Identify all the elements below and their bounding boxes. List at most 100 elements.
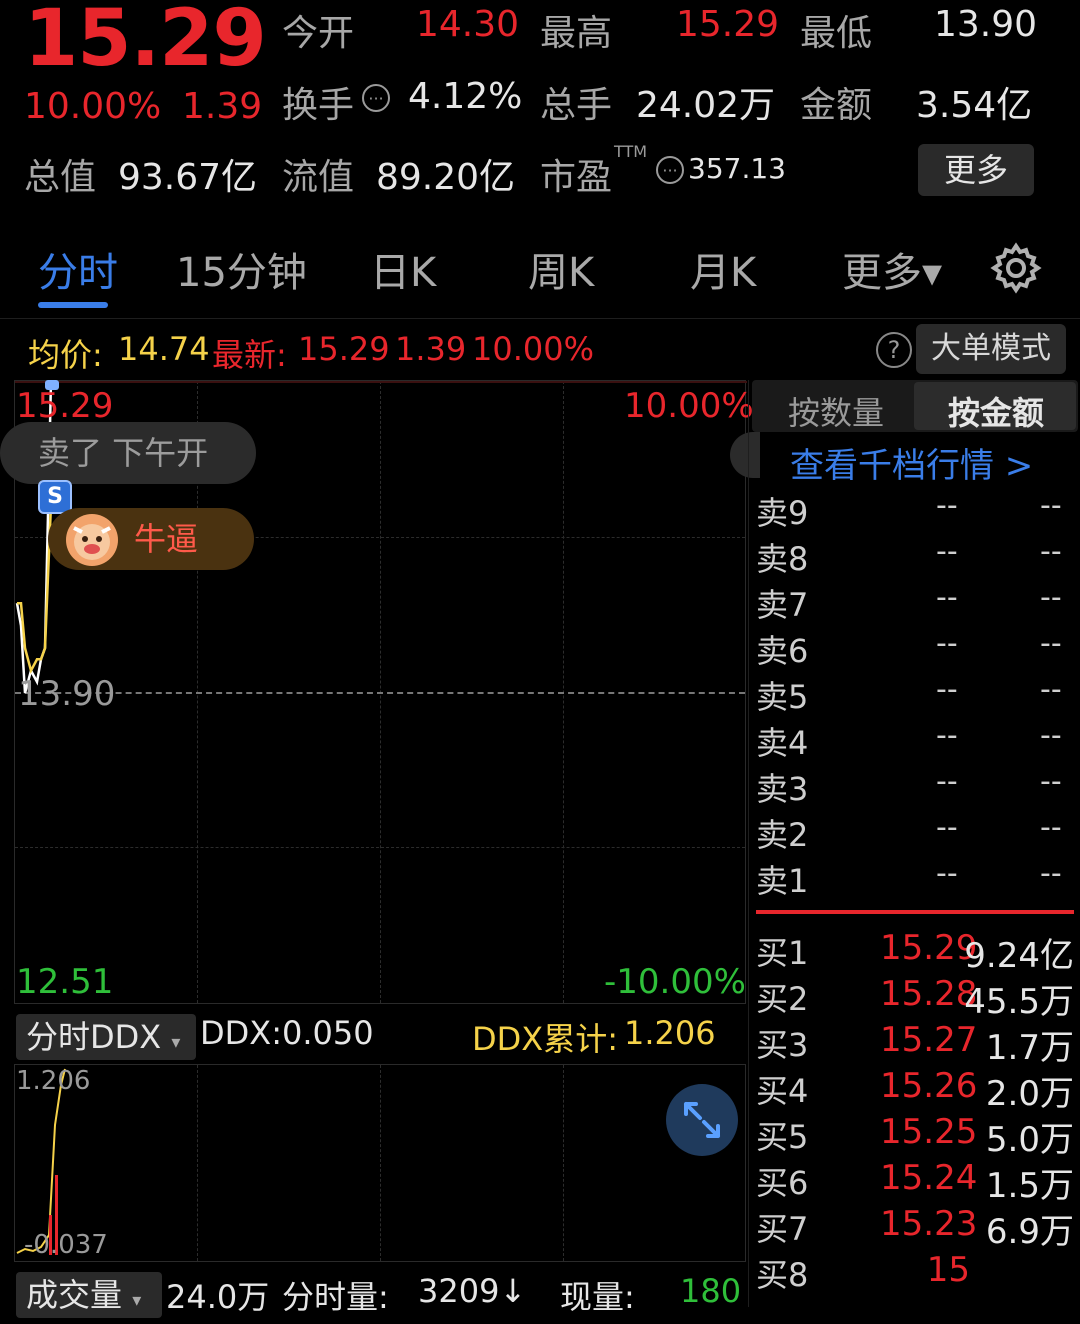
bid-price: 15.27 [880,1020,978,1060]
bid-amount: 9.24亿 [964,936,1074,976]
ask-level-label: 卖3 [756,770,809,808]
ask-amount: -- [1040,856,1062,891]
sell-badge[interactable]: S [38,480,72,514]
tick-volume-value: 3209↓ [418,1272,527,1310]
mktcap-label: 总值 [24,157,97,198]
pct-axis-top: 10.00% [624,386,754,426]
bid-amount: 1.5万 [985,1166,1074,1206]
turnover-label: 换手 [282,85,355,126]
high-label: 最高 [540,13,613,54]
bid-level-label: 买1 [756,934,809,972]
low-label: 最低 [800,13,873,54]
bid-level-label: 买7 [756,1210,809,1248]
bid-price: 15.25 [880,1112,978,1152]
bid-level-label: 买5 [756,1118,809,1156]
cow-avatar-icon [66,514,118,566]
bid-price: 15 [926,1250,970,1290]
mktcap-value: 93.67亿 [118,157,258,198]
ask-level-label: 卖8 [756,540,809,578]
big-order-mode-button[interactable]: 大单模式 [916,324,1066,374]
ask-level-label: 卖7 [756,586,809,624]
pe-ttm-sup: TTM [614,142,648,161]
ask-amount: -- [1040,488,1062,523]
low-value: 13.90 [934,4,1038,45]
bid-amount: 1.7万 [985,1028,1074,1068]
ask-level-label: 卖9 [756,494,809,532]
float-value: 89.20亿 [376,157,516,198]
tick-volume-label: 分时量: [282,1278,389,1316]
ask-price: -- [936,810,958,845]
ask-level-label: 卖1 [756,862,809,900]
tab-15min[interactable]: 15分钟 [176,240,307,298]
bid-level-label: 买2 [756,980,809,1018]
ask-level-label: 卖4 [756,724,809,762]
ddx-sum-label: DDX累计: [472,1020,618,1058]
ask-price: -- [936,534,958,569]
bid-level-label: 买6 [756,1164,809,1202]
bid-price: 15.26 [880,1066,978,1106]
more-button[interactable]: 更多 [918,144,1034,196]
y-axis-top: 15.29 [16,386,114,426]
ddx-chart[interactable] [14,1064,746,1262]
y-axis-bottom: 12.51 [16,962,114,1002]
info-icon[interactable]: ··· [656,156,684,184]
bid-amount: 45.5万 [964,982,1074,1022]
bid-level-label: 买8 [756,1256,809,1294]
ddx-line [16,1068,66,1255]
ask-price: -- [936,764,958,799]
ask-price: -- [936,488,958,523]
ddx-label: DDX: [200,1014,282,1052]
ask-amount: -- [1040,534,1062,569]
tab-weekly-k[interactable]: 周K [528,240,594,298]
ask-level-label: 卖5 [756,678,809,716]
ddx-sum-value: 1.206 [624,1014,716,1052]
bid-price: 15.29 [880,928,978,968]
ddx-selector[interactable]: 分时DDX ▾ [16,1014,196,1060]
divider [0,318,1080,319]
pe-value: 357.13 [688,152,786,185]
gear-icon[interactable] [990,242,1042,294]
active-tab-indicator [38,302,108,308]
ask-price: -- [936,626,958,661]
open-value: 14.30 [416,4,520,45]
latest-percent: 10.00% [472,330,595,368]
expand-button[interactable] [666,1084,738,1156]
tab-by-quantity[interactable]: 按数量 [788,388,884,434]
amount-value: 3.54亿 [916,85,1033,126]
ask-amount: -- [1040,718,1062,753]
pct-axis-bottom: -10.00% [604,962,746,1002]
bid-price: 15.24 [880,1158,978,1198]
current-volume-value: 180 [680,1272,742,1310]
view-depth-link[interactable]: 查看千档行情 > [790,438,1033,487]
bid-level-label: 买4 [756,1072,809,1110]
ddx-y-top: 1.206 [16,1066,91,1096]
ask-amount: -- [1040,672,1062,707]
current-price: 15.29 [24,0,267,84]
info-icon[interactable]: ··· [362,84,390,112]
tab-by-amount[interactable]: 按金额 [948,388,1044,434]
panel-divider [748,380,749,1307]
tab-daily-k[interactable]: 日K [370,240,436,298]
y-axis-mid: 13.90 [18,674,116,714]
tab-monthly-k[interactable]: 月K [690,240,756,298]
volume-value: 24.02万 [636,85,776,126]
open-label: 今开 [282,13,355,54]
high-value: 15.29 [676,4,780,45]
bid-amount: 5.0万 [985,1120,1074,1160]
volume-selector[interactable]: 成交量 ▾ [16,1272,162,1318]
bid-amount: 6.9万 [985,1212,1074,1252]
tab-intraday[interactable]: 分时 [38,240,118,298]
tab-more[interactable]: 更多▾ [842,240,942,298]
ask-level-label: 卖6 [756,632,809,670]
help-icon[interactable]: ? [876,332,912,368]
bid-level-label: 买3 [756,1026,809,1064]
sell-note-bubble[interactable]: 卖了 下午开 [0,422,256,484]
bid-ask-separator [756,910,1074,914]
volume-label: 总手 [540,85,613,126]
change-amount: 1.39 [182,86,263,127]
bid-amount: 2.0万 [985,1074,1074,1114]
ask-price: -- [936,672,958,707]
float-label: 流值 [282,157,355,198]
amount-label: 金额 [800,85,873,126]
ask-price: -- [936,580,958,615]
